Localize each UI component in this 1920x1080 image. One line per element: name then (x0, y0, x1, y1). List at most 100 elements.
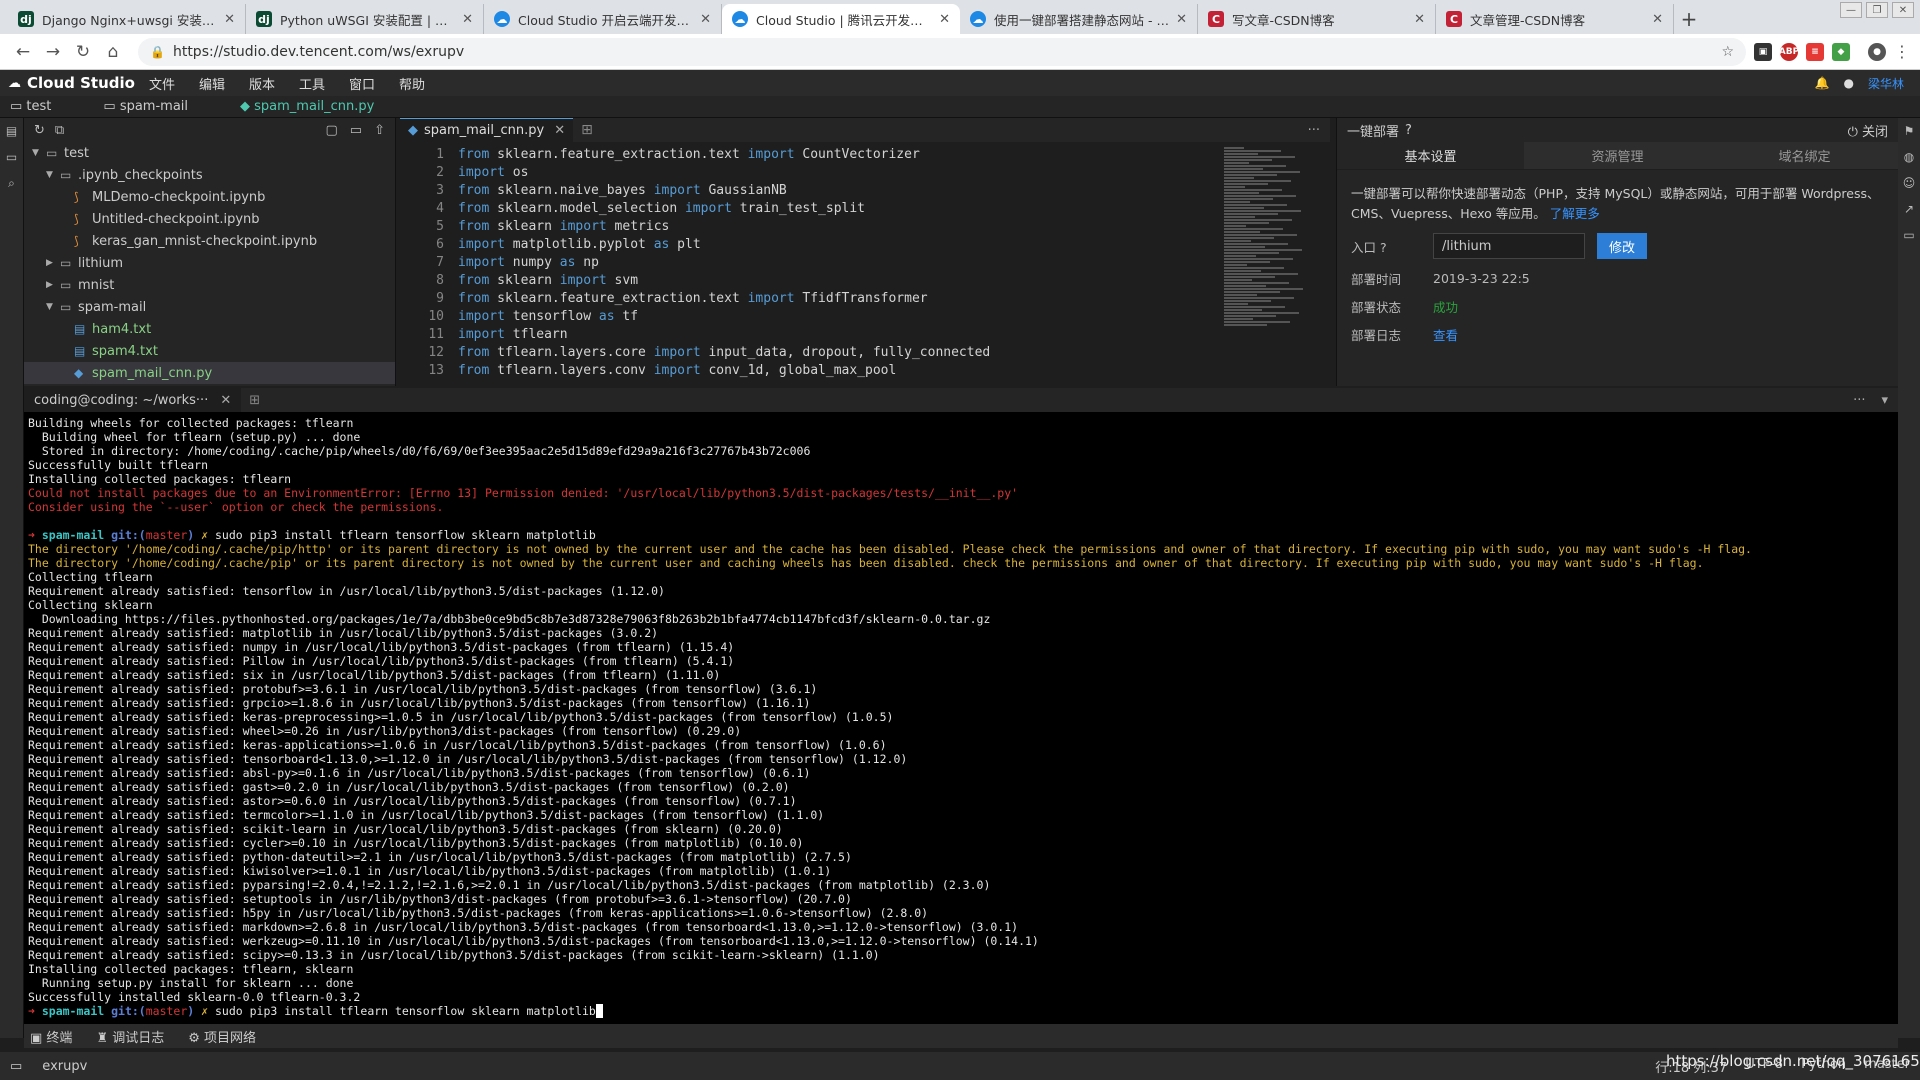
browser-tab[interactable]: dj Python uWSGI 安装配置 | 菜鸟教 ✕ (246, 4, 484, 34)
close-terminal-icon[interactable]: ✕ (220, 393, 231, 408)
minimize-icon[interactable]: — (1840, 2, 1862, 18)
back-icon[interactable]: ← (10, 39, 36, 65)
tab-domain-binding[interactable]: 域名绑定 (1711, 142, 1898, 169)
new-tab-icon[interactable]: + (1674, 4, 1704, 34)
menu-item[interactable]: 窗口 (349, 74, 375, 93)
browser-tab[interactable]: C 写文章-CSDN博客 ✕ (1198, 4, 1436, 34)
share-icon[interactable]: ↗ (1898, 196, 1920, 222)
deploy-desc-text: 一键部署可以帮你快速部署动态（PHP，支持 MySQL）或静态网站，可用于部署 … (1351, 186, 1880, 221)
tab-resource-management[interactable]: 资源管理 (1524, 142, 1711, 169)
upload-icon[interactable]: ⇧ (374, 123, 385, 138)
tree-item-folder[interactable]: ▼ ▭ .ipynb_checkpoints (24, 164, 395, 186)
extension-icon[interactable]: ◆ (1832, 42, 1850, 61)
editor-tab[interactable]: ◆ spam_mail_cnn.py ✕ (400, 118, 574, 142)
new-tab-icon[interactable]: ⊞ (581, 122, 593, 138)
file-explorer: ↻ ⧉ ▢ ▭ ⇧ ▼ ▭ test ▼ ▭ .ipynb_checkpoints ⟆ MLD… (24, 118, 396, 386)
folder-icon: ▭ (46, 146, 58, 160)
close-tab-icon[interactable]: ✕ (462, 12, 473, 27)
more-icon[interactable]: ··· (1308, 123, 1320, 138)
user-avatar[interactable]: ● (1844, 76, 1854, 90)
breadcrumb-item[interactable]: ▭ test (10, 99, 77, 114)
tree-item-notebook[interactable]: ⟆ MLDemo-checkpoint.ipynb (24, 186, 395, 208)
extension-icon[interactable]: ▣ (1754, 42, 1772, 61)
close-tab-icon[interactable]: ✕ (224, 12, 235, 27)
user-name[interactable]: 梁华林 (1868, 75, 1904, 92)
tab-terminal[interactable]: ▣ 终端 (30, 1027, 84, 1046)
reload-icon[interactable]: ↻ (70, 39, 96, 65)
close-tab-icon[interactable]: ✕ (939, 12, 950, 27)
close-tab-icon[interactable]: ✕ (700, 12, 711, 27)
tab-project-network[interactable]: ⚙ 项目网络 (188, 1027, 268, 1046)
browser-tab-title: 使用一键部署搭建静态网站 - 腾讯 (994, 12, 1171, 28)
browser-tab[interactable]: ☁ 使用一键部署搭建静态网站 - 腾讯 ✕ (960, 4, 1198, 34)
url-field[interactable]: 🔒 https://studio.dev.tencent.com/ws/exru… (138, 37, 1746, 66)
cloud-studio-favicon-icon: ☁ (494, 11, 510, 27)
breadcrumb-item[interactable]: ▭ spam-mail (103, 99, 214, 114)
menu-item[interactable]: 版本 (249, 74, 275, 93)
adblock-icon[interactable]: ABP (1779, 42, 1799, 61)
files-icon[interactable]: ▤ (0, 118, 23, 144)
tree-item-text[interactable]: ▤ ham4.txt (24, 318, 395, 340)
deploy-icon[interactable]: ⚑ (1898, 118, 1920, 144)
menu-item[interactable]: 帮助 (399, 74, 425, 93)
terminal-text: ➜ (28, 1004, 42, 1018)
edit-button[interactable]: 修改 (1597, 233, 1648, 259)
terminal-output[interactable]: Building wheels for collected packages: … (24, 412, 1898, 1022)
entry-input[interactable] (1433, 233, 1585, 259)
tree-item-text[interactable]: ▤ spam4.txt (24, 340, 395, 362)
help-icon[interactable]: ? (1405, 123, 1412, 138)
users-icon[interactable]: ☺ (1898, 170, 1920, 196)
folder-icon[interactable]: ▭ (0, 144, 23, 170)
close-tab-icon[interactable]: ✕ (554, 123, 565, 138)
tree-item-folder[interactable]: ▼ ▭ spam-mail (24, 296, 395, 318)
menu-item[interactable]: 文件 (149, 74, 175, 93)
restore-icon[interactable]: ❐ (1866, 2, 1888, 18)
tree-item-notebook[interactable]: ⟆ Untitled-checkpoint.ipynb (24, 208, 395, 230)
close-tab-icon[interactable]: ✕ (1652, 12, 1663, 27)
minimap[interactable] (1224, 146, 1304, 386)
bookmark-star-icon[interactable]: ☆ (1721, 44, 1734, 60)
tree-item-python[interactable]: ◆ spam_mail_cnn.py (24, 362, 395, 384)
new-folder-icon[interactable]: ▭ (350, 123, 362, 138)
browser-menu-icon[interactable]: ⋮ (1894, 42, 1910, 61)
new-terminal-icon[interactable]: ⊞ (249, 393, 260, 408)
tree-item-folder[interactable]: ▼ ▭ test (24, 142, 395, 164)
home-icon[interactable]: ⌂ (100, 39, 126, 65)
bell-icon[interactable]: 🔔 (1815, 76, 1830, 90)
close-tab-icon[interactable]: ✕ (1176, 12, 1187, 27)
close-window-icon[interactable]: ✕ (1892, 2, 1914, 18)
browser-tab[interactable]: dj Django Nginx+uwsgi 安装配置 | ✕ (8, 4, 246, 34)
terminal-tab[interactable]: coding@coding: ~/works··· ✕ (24, 388, 242, 412)
chevron-down-icon[interactable]: ▾ (1881, 393, 1888, 408)
profile-avatar[interactable]: ● (1868, 42, 1886, 61)
menu-item[interactable]: 编辑 (199, 74, 225, 93)
code-area[interactable]: 1 from sklearn.feature_extraction.text im… (400, 146, 1220, 380)
browser-tab[interactable]: C 文章管理-CSDN博客 ✕ (1436, 4, 1674, 34)
line-number: 5 (436, 219, 444, 234)
tree-item-notebook[interactable]: ⟆ keras_gan_mnist-checkpoint.ipynb (24, 230, 395, 252)
tree-item-folder[interactable]: ▶ ▭ lithium (24, 252, 395, 274)
globe-icon[interactable]: ◍ (1898, 144, 1920, 170)
search-icon[interactable]: ⌕ (0, 170, 23, 196)
extension-icon[interactable]: ≡ (1806, 42, 1824, 61)
close-tab-icon[interactable]: ✕ (1414, 12, 1425, 27)
collapse-icon[interactable]: ⧉ (55, 123, 64, 138)
chevron-down-icon: ▼ (32, 148, 39, 158)
browser-tab[interactable]: ☁ Cloud Studio 开启云端开发模式 ✕ (484, 4, 722, 34)
menu-item[interactable]: 工具 (299, 74, 325, 93)
deploy-close-button[interactable]: ⏻ 关闭 (1848, 121, 1888, 140)
learn-more-link[interactable]: 了解更多 (1550, 206, 1600, 221)
monitor-icon[interactable]: ▭ (1898, 222, 1920, 248)
more-icon[interactable]: ··· (1853, 393, 1865, 408)
browser-tab[interactable]: ☁ Cloud Studio | 腾讯云开发者平台 ✕ (722, 4, 960, 34)
tab-debug-log[interactable]: ♜ 调试日志 (96, 1027, 176, 1046)
new-file-icon[interactable]: ▢ (326, 123, 338, 138)
refresh-icon[interactable]: ↻ (34, 123, 45, 138)
tree-item-folder[interactable]: ▶ ▭ mnist (24, 274, 395, 296)
tab-basic-settings[interactable]: 基本设置 (1337, 142, 1524, 169)
deploy-log-link[interactable]: 查看 (1433, 325, 1458, 344)
forward-icon[interactable]: → (40, 39, 66, 65)
deploy-description: 一键部署可以帮你快速部署动态（PHP，支持 MySQL）或静态网站，可用于部署 … (1337, 170, 1898, 228)
breadcrumb-item-current[interactable]: ◆ spam_mail_cnn.py (240, 99, 400, 114)
minimap-line (1224, 219, 1292, 221)
